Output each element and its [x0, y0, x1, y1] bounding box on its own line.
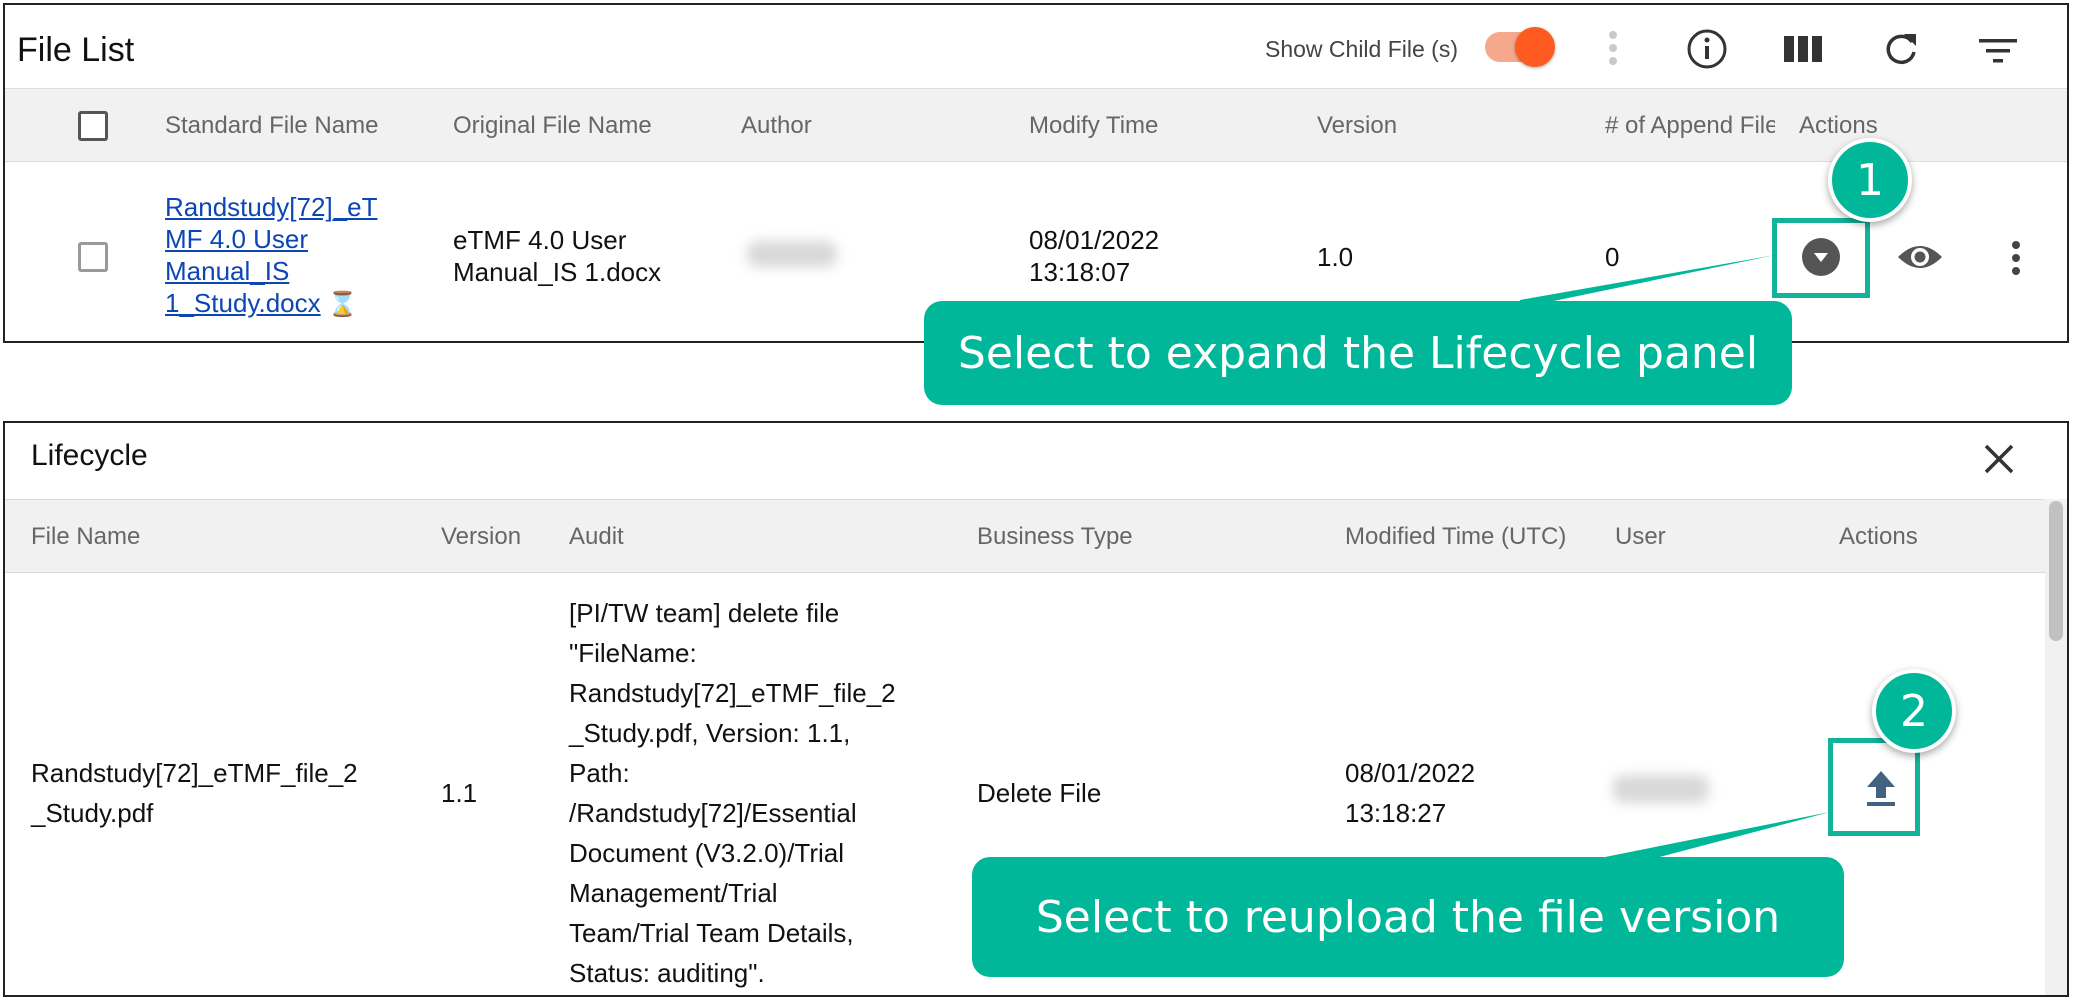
audit-line: /Randstudy[72]/Essential — [569, 798, 857, 828]
callout-2-text: Select to reupload the file version — [972, 857, 1844, 977]
scroll-thumb[interactable] — [2049, 501, 2063, 641]
row-checkbox[interactable] — [78, 242, 108, 272]
audit-line: [PI/TW team] delete file — [569, 598, 840, 628]
info-icon[interactable] — [1685, 27, 1729, 71]
col-file-name: File Name — [31, 523, 141, 550]
select-all-checkbox[interactable] — [78, 111, 108, 141]
col-version: Version — [441, 523, 522, 550]
append-count: 0 — [1605, 242, 1620, 272]
version-value: 1.0 — [1317, 242, 1354, 272]
col-business-type: Business Type — [977, 523, 1133, 550]
file-list-header-row: Standard File Name Original File Name Au… — [5, 88, 2067, 163]
close-icon[interactable] — [1977, 437, 2021, 481]
col-user: User — [1615, 523, 1666, 550]
standard-file-name-link[interactable]: Randstudy[72]_eT MF 4.0 User Manual_IS 1… — [165, 191, 405, 321]
col-version[interactable]: Version — [1317, 89, 1397, 163]
audit-line: Randstudy[72]_eTMF_file_2 — [569, 678, 896, 708]
original-file-name: eTMF 4.0 User Manual_IS 1.docx — [453, 225, 662, 287]
modify-time: 08/01/2022 13:18:07 — [1029, 225, 1160, 287]
col-modified-time: Modified Time (UTC) — [1345, 523, 1567, 550]
col-author[interactable]: Author — [741, 89, 812, 163]
col-append-files[interactable]: # of Append File — [1605, 89, 1775, 163]
audit-line: Status: auditing". — [569, 958, 765, 988]
show-child-label: Show Child File (s) — [1265, 36, 1458, 62]
more-vertical-icon[interactable] — [1593, 25, 1633, 71]
lifecycle-file-name: Randstudy[72]_eTMF_file_2 _Study.pdf — [31, 758, 358, 828]
file-list-panel: File List Show Child File (s) Standard F… — [3, 3, 2069, 343]
audit-line: _Study.pdf, Version: 1.1, — [569, 718, 851, 748]
file-list-title: File List — [17, 31, 135, 69]
business-type: Delete File — [977, 778, 1102, 808]
highlight-reupload-button — [1828, 738, 1920, 836]
lifecycle-header-row: File Name Version Audit Business Type Mo… — [5, 499, 2049, 573]
lifecycle-version: 1.1 — [441, 778, 478, 808]
audit-line: Path: — [569, 758, 630, 788]
modified-time: 08/01/2022 13:18:27 — [1345, 758, 1476, 828]
author-redacted — [747, 241, 837, 267]
audit-line: "FileName: — [569, 638, 697, 668]
user-redacted — [1613, 775, 1709, 803]
audit-text: [PI/TW team] delete file "FileName: Randst… — [569, 593, 959, 993]
audit-line: Document (V3.2.0)/Trial — [569, 838, 845, 868]
row-more-icon[interactable] — [2001, 237, 2031, 279]
audit-line: Team/Trial Team Details, — [569, 918, 854, 948]
view-eye-icon[interactable] — [1895, 239, 1945, 275]
highlight-expand-button — [1772, 218, 1870, 298]
callout-1-text: Select to expand the Lifecycle panel — [924, 301, 1792, 405]
col-audit: Audit — [569, 523, 624, 550]
audit-line: Management/Trial — [569, 878, 778, 908]
callout-2-badge: 2 — [1872, 669, 1956, 753]
lifecycle-scrollbar[interactable] — [2045, 499, 2067, 995]
lifecycle-title: Lifecycle — [31, 439, 148, 472]
columns-icon[interactable] — [1781, 29, 1825, 69]
refresh-icon[interactable] — [1879, 27, 1923, 71]
col-actions: Actions — [1839, 523, 1918, 550]
filter-icon[interactable] — [1973, 31, 2023, 71]
col-standard-file-name[interactable]: Standard File Name — [165, 89, 378, 163]
hourglass-icon: ⌛ — [327, 291, 358, 318]
col-original-file-name[interactable]: Original File Name — [453, 89, 652, 163]
col-modify-time[interactable]: Modify Time — [1029, 89, 1158, 163]
callout-1-badge: 1 — [1828, 138, 1912, 222]
